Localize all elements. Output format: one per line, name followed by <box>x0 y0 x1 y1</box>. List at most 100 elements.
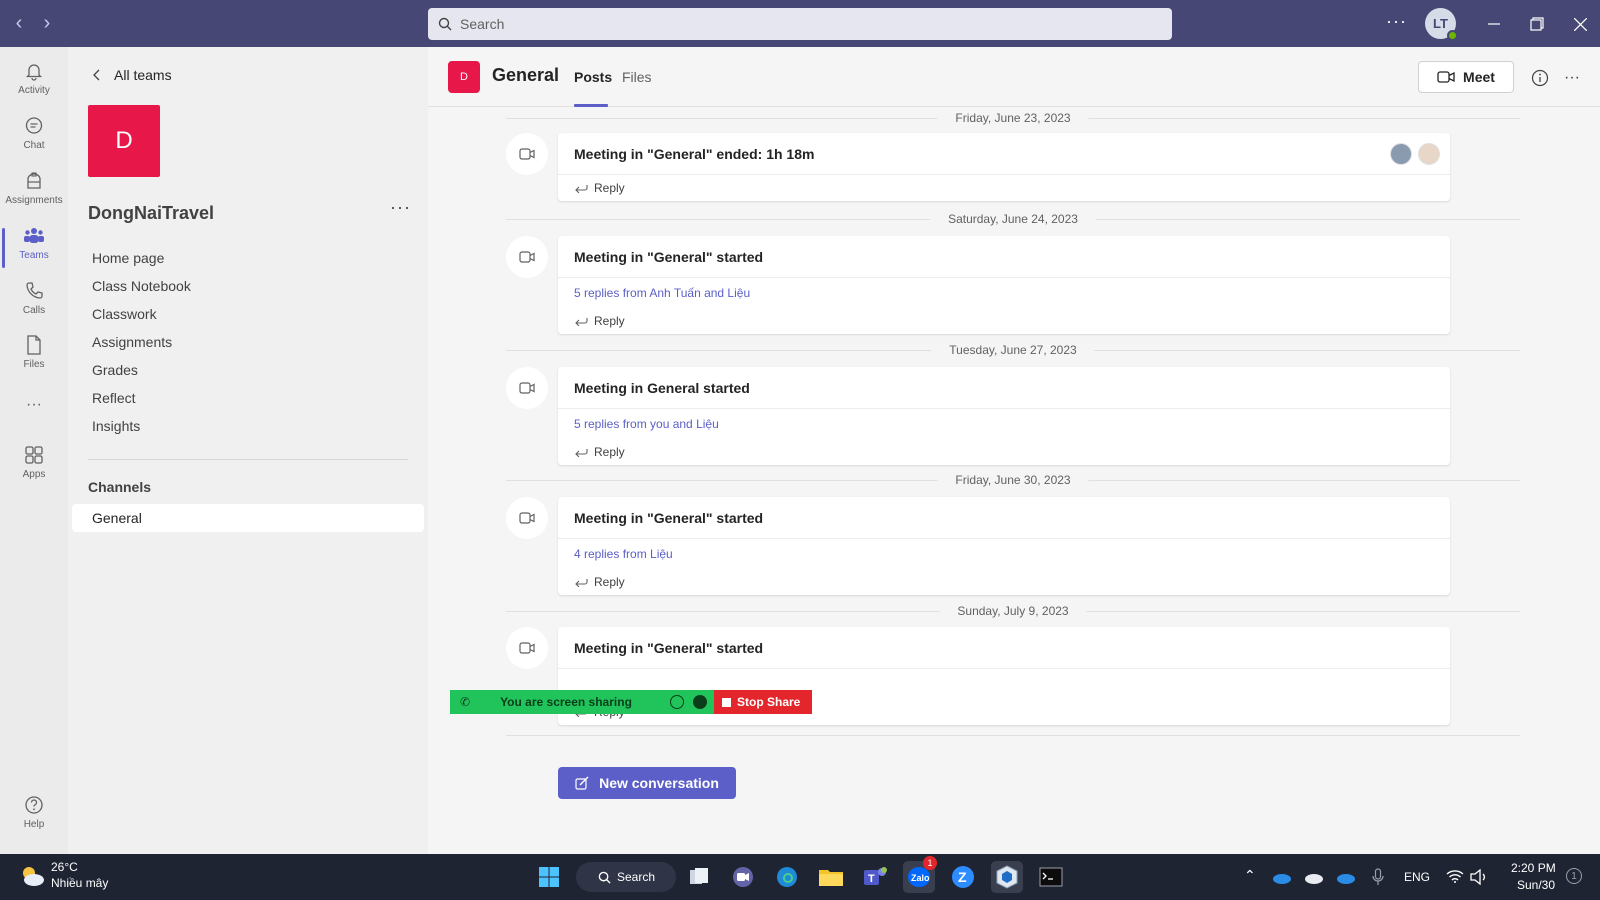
team-link-grades[interactable]: Grades <box>92 363 191 391</box>
date-separator: Saturday, June 24, 2023 <box>506 210 1520 228</box>
rail-label: Teams <box>19 250 49 261</box>
search-input[interactable] <box>460 16 1140 32</box>
speaker-icon[interactable] <box>1470 868 1488 890</box>
pause-icon[interactable] <box>670 695 684 709</box>
post-title: Meeting in "General" started <box>558 236 1450 278</box>
team-name: DongNaiTravel <box>88 203 215 223</box>
rail-item-activity[interactable]: Activity <box>0 55 68 107</box>
shield-icon[interactable] <box>693 695 707 709</box>
zoom-app-icon[interactable]: Z <box>947 861 979 893</box>
team-link-reflect[interactable]: Reflect <box>92 391 191 419</box>
clock-time[interactable]: 2:20 PM <box>1511 861 1556 875</box>
close-icon[interactable] <box>1566 10 1594 38</box>
microphone-icon[interactable] <box>1372 868 1384 891</box>
onedrive-personal-icon[interactable] <box>1304 871 1324 889</box>
new-conversation-label: New conversation <box>599 775 719 791</box>
windows-start-icon[interactable] <box>533 861 565 893</box>
terminal-icon[interactable] <box>1035 861 1067 893</box>
participant-avatars <box>1384 143 1440 165</box>
meeting-video-icon <box>506 497 548 539</box>
taskbar-search[interactable]: Search <box>576 862 676 892</box>
rail-item-calls[interactable]: Calls <box>0 275 68 327</box>
date-separator: Friday, June 30, 2023 <box>506 471 1520 489</box>
assignments-icon <box>22 169 46 193</box>
team-link-home-page[interactable]: Home page <box>92 251 191 279</box>
tab-posts[interactable]: Posts <box>574 69 612 85</box>
weather-cloud-icon[interactable] <box>18 865 46 892</box>
reply-button[interactable]: Reply <box>558 175 1450 201</box>
rail-more-apps[interactable]: ··· <box>0 389 68 441</box>
post-title: Meeting in General started <box>558 367 1450 409</box>
new-conversation-button[interactable]: New conversation <box>558 767 736 799</box>
team-link-classwork[interactable]: Classwork <box>92 307 191 335</box>
search-bar[interactable] <box>428 8 1172 40</box>
edge-browser-icon[interactable] <box>771 861 803 893</box>
apps-icon <box>22 443 46 467</box>
weather-temperature: 26°C <box>51 860 78 874</box>
reply-button[interactable]: Reply <box>558 569 1450 595</box>
reply-button[interactable]: Reply <box>558 439 1450 465</box>
teams-app-icon[interactable]: T <box>859 861 891 893</box>
rail-item-chat[interactable]: Chat <box>0 110 68 162</box>
all-teams-label: All teams <box>114 67 172 83</box>
date-separator: Friday, June 23, 2023 <box>506 109 1520 127</box>
rail-item-files[interactable]: Files <box>0 329 68 381</box>
team-link-class-notebook[interactable]: Class Notebook <box>92 279 191 307</box>
team-link-insights[interactable]: Insights <box>92 419 191 447</box>
rail-item-teams[interactable]: Teams <box>0 220 68 272</box>
date-separator: Tuesday, June 27, 2023 <box>506 341 1520 359</box>
screen-share-status: You are screen sharing <box>500 695 632 709</box>
more-options-icon[interactable]: ··· <box>1561 67 1583 89</box>
meet-now-icon[interactable] <box>727 861 759 893</box>
input-language[interactable]: ENG <box>1404 870 1430 884</box>
rail-item-apps[interactable]: Apps <box>0 439 68 491</box>
post-title: Meeting in "General" started <box>558 627 1450 669</box>
replies-link[interactable]: 5 replies from Anh Tuấn and Liệu <box>558 278 1450 308</box>
date-separator: Sunday, July 9, 2023 <box>506 602 1520 620</box>
teams-icon <box>22 224 46 248</box>
avatar[interactable] <box>1418 143 1440 165</box>
meet-button[interactable]: Meet <box>1418 61 1514 93</box>
channels-heading: Channels <box>88 479 152 495</box>
svg-text:T: T <box>868 873 875 885</box>
clock-date[interactable]: Sun/30 <box>1517 878 1555 892</box>
reply-button[interactable]: Reply <box>558 308 1450 334</box>
channel-header: D General Posts Files Meet ··· <box>428 47 1600 107</box>
replies-link[interactable]: 4 replies from Liệu <box>558 539 1450 569</box>
notification-center-icon[interactable]: 1 <box>1566 868 1582 884</box>
onedrive-icon[interactable] <box>1272 871 1292 889</box>
rail-label: Activity <box>18 85 50 96</box>
svg-text:Zalo: Zalo <box>911 873 930 883</box>
avatar[interactable] <box>1390 143 1412 165</box>
taskbar-search-label: Search <box>617 870 656 884</box>
all-teams-link[interactable]: All teams <box>92 67 172 83</box>
onedrive-business-icon[interactable] <box>1336 871 1356 889</box>
post-card: Meeting in "General" ended: 1h 18m Reply <box>558 133 1450 201</box>
show-hidden-icons[interactable]: ⌃ <box>1244 867 1256 884</box>
team-nav: Home page Class Notebook Classwork Assig… <box>92 251 191 447</box>
channel-item-general[interactable]: General <box>72 504 424 532</box>
reply-label: Reply <box>594 445 625 459</box>
back-arrow-icon[interactable]: ‹ <box>8 12 30 34</box>
file-explorer-icon[interactable] <box>815 861 847 893</box>
wifi-icon[interactable] <box>1446 869 1464 888</box>
minimize-icon[interactable] <box>1480 10 1508 38</box>
screen-share-bar[interactable]: ✆ You are screen sharing <box>450 690 714 714</box>
replies-link[interactable]: 5 replies from you and Liệu <box>558 409 1450 439</box>
task-view-icon[interactable] <box>683 861 715 893</box>
meeting-video-icon <box>506 627 548 669</box>
rail-item-assignments[interactable]: Assignments <box>0 165 68 217</box>
restore-icon[interactable] <box>1523 10 1551 38</box>
separator-line <box>506 735 1520 736</box>
virtualbox-icon[interactable] <box>991 861 1023 893</box>
stop-share-button[interactable]: Stop Share <box>714 690 812 714</box>
meeting-video-icon <box>506 367 548 409</box>
team-more-options-icon[interactable]: ··· <box>390 197 411 218</box>
rail-item-help[interactable]: Help <box>0 789 68 841</box>
team-link-assignments[interactable]: Assignments <box>92 335 191 363</box>
tab-files[interactable]: Files <box>622 69 652 85</box>
more-options-icon[interactable]: ··· <box>1386 11 1407 32</box>
phone-icon: ✆ <box>460 695 471 709</box>
forward-arrow-icon[interactable]: › <box>36 12 58 34</box>
info-icon[interactable] <box>1529 67 1551 89</box>
